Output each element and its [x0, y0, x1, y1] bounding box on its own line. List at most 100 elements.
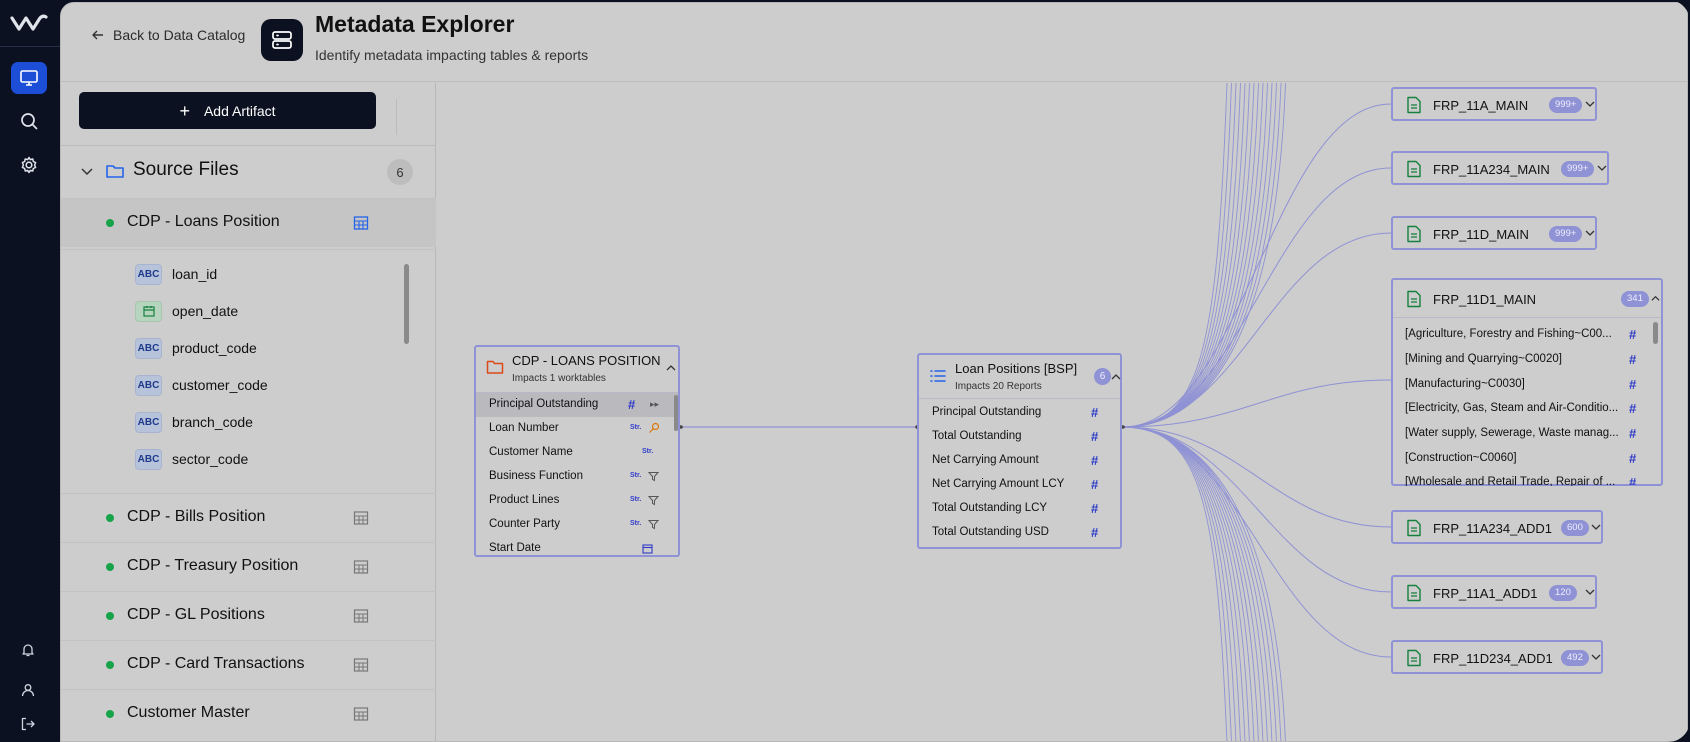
source-item[interactable]: CDP - Card Transactions	[61, 640, 436, 689]
column-item[interactable]: ABC loan_id	[135, 262, 217, 286]
nav-settings-button[interactable]	[11, 149, 47, 181]
status-dot	[106, 661, 114, 669]
chevron-up-icon[interactable]	[1111, 372, 1121, 382]
report-node[interactable]: FRP_11A1_ADD1 120	[1391, 575, 1597, 609]
report-node[interactable]: FRP_11D_MAIN 999+	[1391, 216, 1597, 250]
folder-icon	[486, 360, 504, 374]
report-row[interactable]: [Mining and Quarrying~C0020]	[1405, 353, 1621, 365]
field-label: Principal Outstanding	[932, 406, 1042, 418]
status-dot	[106, 514, 114, 522]
chevron-down-icon[interactable]	[1584, 586, 1596, 598]
plus-icon: +	[179, 100, 190, 121]
node-field-row[interactable]: Principal Outstanding #	[919, 401, 1120, 425]
node-field-row[interactable]: Net Carrying Amount #	[919, 449, 1120, 473]
report-row[interactable]: [Water supply, Sewerage, Waste manag...	[1405, 427, 1621, 439]
number-type-icon: #	[1629, 352, 1637, 367]
source-files-count: 6	[387, 159, 413, 185]
report-row[interactable]: [Agriculture, Forestry and Fishing~C00..…	[1405, 328, 1621, 340]
column-item[interactable]: ABC sector_code	[135, 447, 248, 471]
report-row[interactable]: [Electricity, Gas, Steam and Air-Conditi…	[1405, 402, 1621, 414]
source-item[interactable]: CDP - Treasury Position	[61, 542, 436, 591]
field-label: Principal Outstanding	[489, 398, 599, 410]
report-name: FRP_11D_MAIN	[1433, 227, 1529, 242]
chevron-up-icon[interactable]	[666, 363, 676, 373]
node-field-row[interactable]: Customer Name Str.	[476, 441, 678, 465]
source-item[interactable]: CDP - Bills Position	[61, 493, 436, 542]
field-label: Net Carrying Amount LCY	[932, 478, 1065, 490]
source-files-group[interactable]: Source Files 6	[61, 146, 436, 198]
back-link-label: Back to Data Catalog	[113, 27, 246, 43]
chevron-down-icon[interactable]	[1596, 162, 1608, 174]
node-field-row[interactable]: Start Date	[476, 537, 678, 555]
source-node-header: CDP - LOANS POSITION Impacts 1 worktable…	[476, 347, 678, 393]
report-row[interactable]: [Wholesale and Retail Trade, Repair of .…	[1405, 476, 1621, 486]
column-name: branch_code	[172, 414, 253, 430]
node-field-row[interactable]: Counter Party Str.	[476, 513, 678, 537]
expanded-report-node[interactable]: FRP_11D1_MAIN 341 [Agriculture, Forestry…	[1391, 278, 1663, 486]
field-label: Loan Number	[489, 422, 559, 434]
lineage-edge	[1122, 83, 1241, 428]
logout-button[interactable]	[18, 714, 38, 734]
chevron-up-icon[interactable]	[1650, 293, 1661, 304]
node-field-row[interactable]: Total Outstanding LCY #	[919, 497, 1120, 521]
string-type-icon: ABC	[135, 263, 162, 285]
lineage-edge	[1122, 83, 1264, 428]
gear-icon	[21, 156, 37, 174]
chevron-down-icon[interactable]	[79, 163, 95, 179]
node-field-row[interactable]: Total Outstanding USD #	[919, 521, 1120, 545]
source-node-title: CDP - LOANS POSITION	[512, 353, 661, 368]
column-item[interactable]: ABC product_code	[135, 336, 257, 360]
report-row[interactable]: [Construction~C0060]	[1405, 452, 1621, 464]
node-field-row[interactable]: Net Carrying Amount LCY #	[919, 473, 1120, 497]
lineage-canvas[interactable]: CDP - LOANS POSITION Impacts 1 worktable…	[437, 83, 1687, 741]
field-label: Net Carrying Amount	[932, 454, 1039, 466]
chevron-down-icon[interactable]	[1584, 227, 1596, 239]
notifications-button[interactable]	[18, 640, 38, 660]
back-link[interactable]: Back to Data Catalog	[91, 27, 245, 43]
node-scrollbar[interactable]	[674, 395, 678, 431]
report-node[interactable]: FRP_11D234_ADD1 492	[1391, 640, 1603, 674]
column-list-scrollbar[interactable]	[404, 264, 409, 344]
column-item[interactable]: ABC customer_code	[135, 373, 268, 397]
number-type-icon: #	[1091, 405, 1099, 420]
filter-icon	[648, 496, 659, 506]
page-title: Metadata Explorer	[315, 11, 515, 37]
report-node[interactable]: FRP_11A234_ADD1 600	[1391, 510, 1603, 544]
node-field-row[interactable]: Principal Outstanding # ▸▸	[476, 393, 678, 417]
source-node[interactable]: CDP - LOANS POSITION Impacts 1 worktable…	[474, 345, 680, 557]
key-icon	[649, 422, 660, 433]
nav-monitor-button[interactable]	[11, 62, 47, 94]
number-type-icon: #	[1091, 453, 1099, 468]
source-item[interactable]: CDP - Loans Position	[61, 198, 436, 247]
source-item[interactable]: Customer Master	[61, 689, 436, 738]
report-node[interactable]: FRP_11A_MAIN 999+	[1391, 87, 1597, 121]
chevron-down-icon[interactable]	[1590, 521, 1602, 533]
string-type-icon: ABC	[135, 374, 162, 396]
field-label: Total Outstanding LCY	[932, 502, 1048, 514]
node-field-row[interactable]: Loan Number Str.	[476, 417, 678, 441]
report-node[interactable]: FRP_11A234_MAIN 999+	[1391, 151, 1609, 185]
source-files-label: Source Files	[133, 159, 239, 180]
worktable-node[interactable]: Loan Positions [BSP] Impacts 20 Reports …	[917, 353, 1122, 549]
node-field-row[interactable]: Product Lines Str.	[476, 489, 678, 513]
source-item[interactable]: CDP - GL Positions	[61, 591, 436, 640]
column-item[interactable]: open_date	[135, 299, 238, 323]
report-scrollbar[interactable]	[1653, 322, 1658, 344]
field-label: Product Lines	[489, 494, 560, 506]
nav-search-button[interactable]	[11, 105, 47, 137]
column-item[interactable]: ABC branch_code	[135, 410, 253, 434]
table-icon	[353, 216, 369, 230]
report-row[interactable]: [Manufacturing~C0030]	[1405, 378, 1621, 390]
lineage-edge	[1122, 167, 1392, 428]
chevron-down-icon[interactable]	[1584, 98, 1596, 110]
lineage-edge	[1122, 83, 1250, 428]
report-count-badge: 492	[1561, 650, 1589, 666]
node-field-row[interactable]: Business Function Str.	[476, 465, 678, 489]
profile-button[interactable]	[18, 680, 38, 700]
artifact-panel: + Add Artifact Source Files 6 CDP - Loan…	[61, 83, 436, 741]
rail-divider	[0, 46, 60, 47]
add-artifact-button[interactable]: + Add Artifact	[79, 92, 376, 129]
node-field-row[interactable]: Total Outstanding #	[919, 425, 1120, 449]
chevron-down-icon[interactable]	[1590, 651, 1602, 663]
source-item-name: CDP - GL Positions	[127, 606, 265, 623]
